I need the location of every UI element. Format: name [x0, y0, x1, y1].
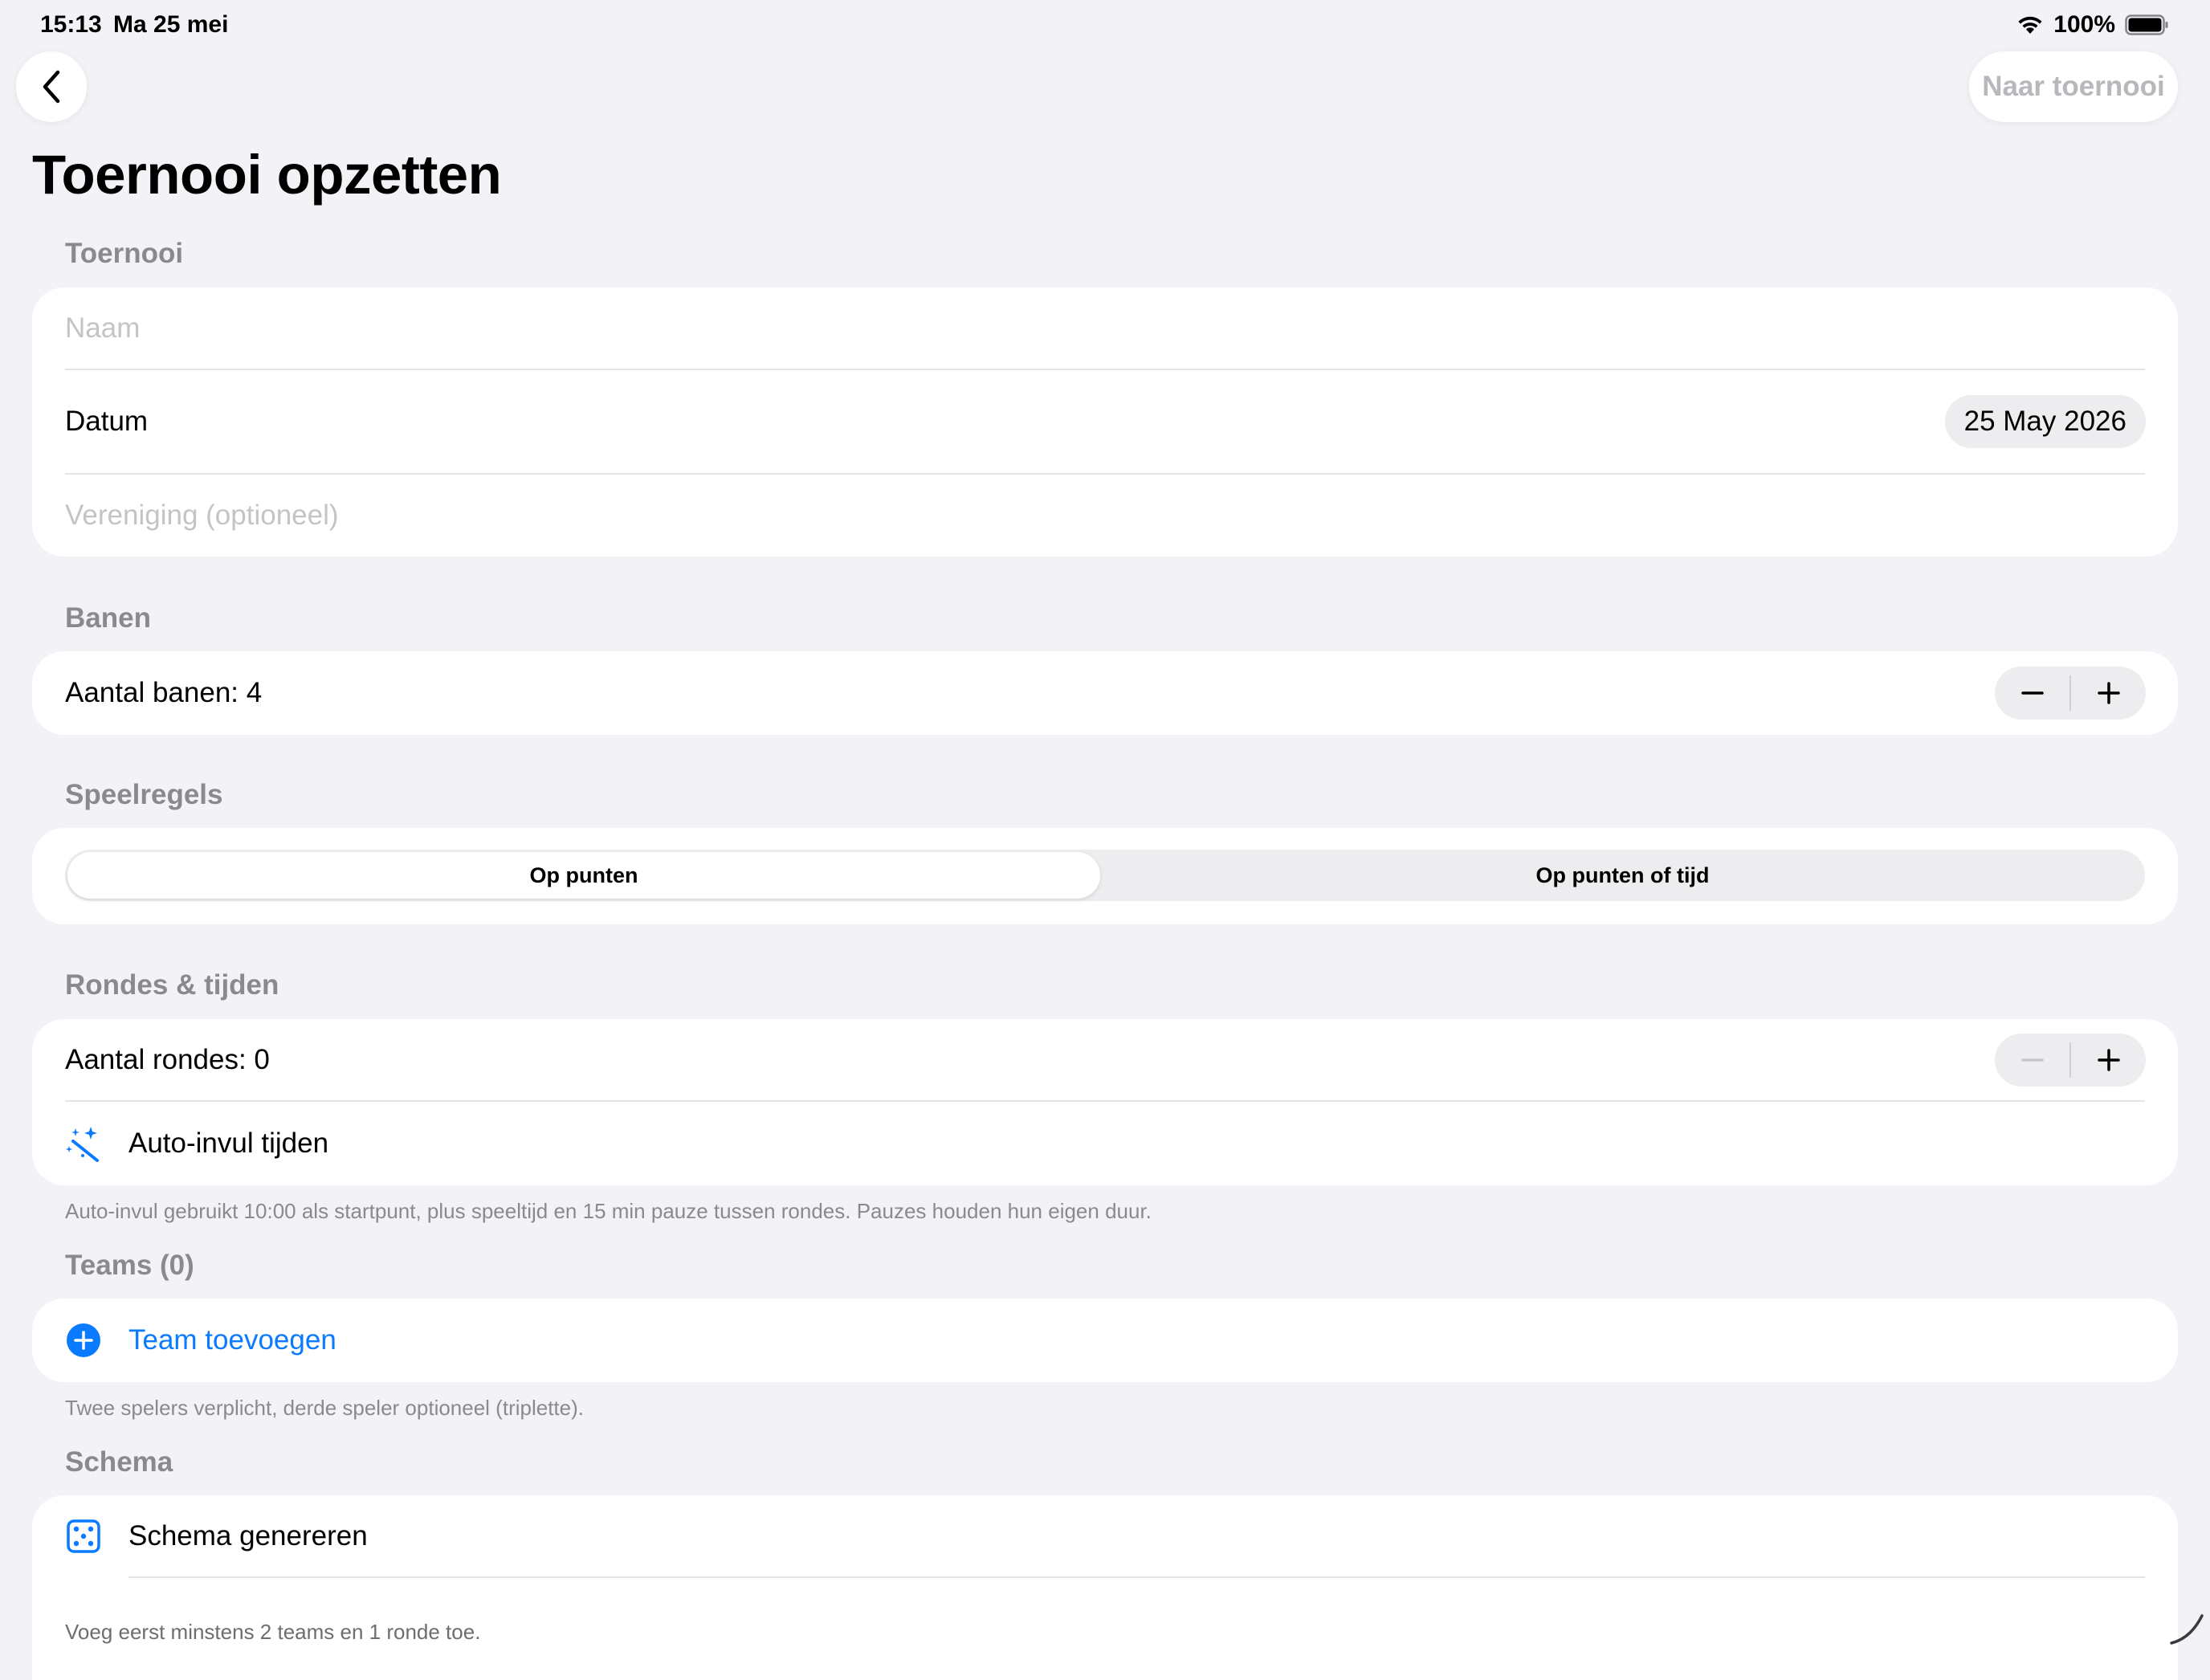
rounds-row: Aantal rondes: 0 [32, 1019, 2178, 1100]
courts-decrement-button[interactable] [1995, 667, 2069, 720]
rounds-count-label: Aantal rondes: 0 [65, 1043, 270, 1075]
add-team-button[interactable]: Team toevoegen [32, 1299, 2178, 1382]
separator [128, 1576, 2145, 1578]
magic-wand-icon [65, 1125, 102, 1162]
status-bar: 15:13 Ma 25 mei 100% [0, 0, 2210, 51]
minus-icon [2020, 691, 2044, 695]
battery-percentage: 100% [2053, 11, 2115, 38]
autofill-times-label: Auto-invul tijden [128, 1127, 329, 1159]
section-header-teams: Teams (0) [65, 1250, 194, 1281]
section-header-banen: Banen [65, 602, 151, 634]
generate-schema-button[interactable]: Schema genereren [32, 1495, 2178, 1576]
rounds-stepper [1995, 1033, 2146, 1087]
rounds-increment-button[interactable] [2071, 1034, 2146, 1087]
wifi-icon [2018, 16, 2042, 34]
battery-icon [2125, 14, 2168, 35]
section-header-schema: Schema [65, 1446, 173, 1478]
scroll-indicator-icon [2170, 1614, 2204, 1645]
courts-increment-button[interactable] [2071, 667, 2146, 720]
generate-schema-label: Schema genereren [128, 1519, 368, 1552]
date-row: Datum 25 May 2026 [32, 370, 2178, 473]
club-input-row[interactable]: Vereniging (optioneel) [32, 475, 2178, 557]
date-label: Datum [65, 406, 149, 437]
schema-card: Schema genereren Voeg eerst minstens 2 t… [32, 1495, 2178, 1680]
teams-card: Team toevoegen [32, 1299, 2178, 1382]
page-title: Toernooi opzetten [32, 144, 502, 206]
teams-footnote: Twee spelers verplicht, derde speler opt… [65, 1396, 584, 1420]
section-header-rondes: Rondes & tijden [65, 969, 279, 1001]
date-picker-button[interactable]: 25 May 2026 [1944, 395, 2146, 448]
name-input-row[interactable]: Naam [32, 287, 2178, 369]
courts-row: Aantal banen: 4 [32, 651, 2178, 735]
autofill-footnote: Auto-invul gebruikt 10:00 als startpunt,… [65, 1199, 1152, 1223]
courts-count-label: Aantal banen: 4 [65, 677, 263, 708]
status-time: 15:13 [40, 11, 102, 38]
segment-op-punten[interactable]: Op punten [67, 852, 1100, 899]
chevron-left-icon [43, 70, 60, 104]
name-input[interactable]: Naam [65, 312, 140, 345]
schema-note: Voeg eerst minstens 2 teams en 1 ronde t… [65, 1619, 481, 1644]
courts-card: Aantal banen: 4 [32, 651, 2178, 735]
plus-circle-icon [65, 1322, 102, 1359]
minus-icon [2020, 1058, 2044, 1062]
plus-icon [2097, 682, 2120, 704]
back-button[interactable] [16, 51, 87, 122]
tournament-card: Naam Datum 25 May 2026 Vereniging (optio… [32, 287, 2178, 557]
dice-icon [65, 1518, 102, 1555]
club-input[interactable]: Vereniging (optioneel) [65, 500, 339, 532]
add-team-label: Team toevoegen [128, 1324, 336, 1356]
schema-note-row: Voeg eerst minstens 2 teams en 1 ronde t… [32, 1608, 2178, 1656]
courts-stepper [1995, 667, 2146, 720]
autofill-times-button[interactable]: Auto-invul tijden [32, 1102, 2178, 1185]
rules-card: Op punten Op punten of tijd [32, 828, 2178, 924]
rounds-decrement-button[interactable] [1995, 1034, 2069, 1087]
section-header-speelregels: Speelregels [65, 779, 223, 810]
segment-op-punten-of-tijd[interactable]: Op punten of tijd [1103, 852, 2143, 899]
section-header-toernooi: Toernooi [65, 238, 184, 269]
status-indicators: 100% [2016, 11, 2170, 39]
go-to-tournament-button[interactable]: Naar toernooi [1969, 51, 2178, 122]
status-date: Ma 25 mei [113, 11, 229, 38]
plus-icon [2097, 1048, 2120, 1071]
rules-segmented-control: Op punten Op punten of tijd [65, 850, 2145, 901]
rounds-card: Aantal rondes: 0 Auto-invul tijden [32, 1019, 2178, 1185]
